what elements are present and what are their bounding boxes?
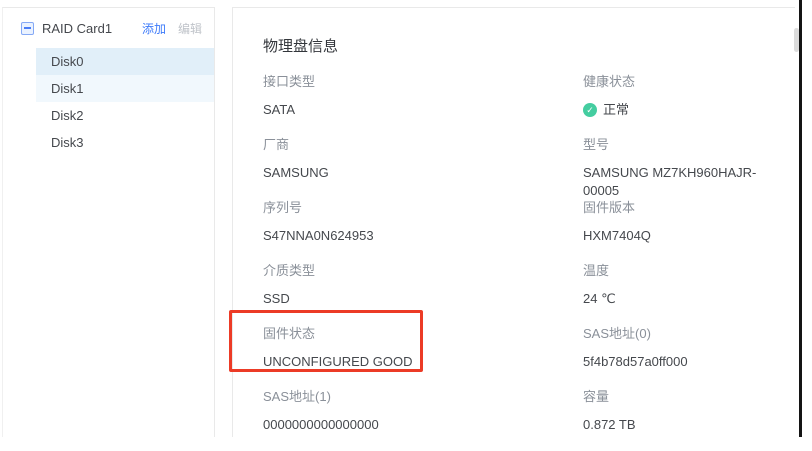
field-value: HXM7404Q xyxy=(583,227,765,245)
add-link[interactable]: 添加 xyxy=(142,20,166,37)
field-value: 0.872 TB xyxy=(583,416,765,434)
sidebar-item-disk0[interactable]: Disk0 xyxy=(36,48,214,75)
field-value: SATA xyxy=(263,101,583,119)
field-label: 固件版本 xyxy=(583,199,765,217)
field-label: SAS地址(1) xyxy=(263,388,583,406)
field-capacity: 容量 0.872 TB xyxy=(583,388,765,451)
field-media-type: 介质类型 SSD xyxy=(263,262,583,325)
sidebar-item-disk3[interactable]: Disk3 xyxy=(36,129,214,156)
sidebar-item-disk1[interactable]: Disk1 xyxy=(36,75,214,102)
field-label: 容量 xyxy=(583,388,765,406)
field-value: SAMSUNG xyxy=(263,164,583,182)
disk-list: Disk0 Disk1 Disk2 Disk3 xyxy=(3,48,214,156)
field-firmware-state: 固件状态 UNCONFIGURED GOOD xyxy=(263,325,583,388)
edit-link[interactable]: 编辑 xyxy=(178,20,202,37)
sidebar-item-disk2[interactable]: Disk2 xyxy=(36,102,214,129)
status-badge: 正常 xyxy=(603,101,629,119)
field-label: 健康状态 xyxy=(583,73,765,91)
field-vendor: 厂商 SAMSUNG xyxy=(263,136,583,199)
page-edge-divider xyxy=(799,0,802,437)
field-label: 接口类型 xyxy=(263,73,583,91)
field-label: 温度 xyxy=(583,262,765,280)
field-sas-address-0: SAS地址(0) 5f4b78d57a0ff000 xyxy=(583,325,765,388)
field-interface-type: 接口类型 SATA xyxy=(263,73,583,136)
field-label: 序列号 xyxy=(263,199,583,217)
field-value: UNCONFIGURED GOOD xyxy=(263,353,583,371)
physical-disk-info-panel: 物理盘信息 接口类型 SATA 健康状态 ✓ 正常 厂商 SAMSUNG 型号 … xyxy=(232,7,795,437)
field-sas-address-1: SAS地址(1) 0000000000000000 xyxy=(263,388,583,451)
field-label: 型号 xyxy=(583,136,765,154)
field-firmware-version: 固件版本 HXM7404Q xyxy=(583,199,765,262)
field-temperature: 温度 24 ℃ xyxy=(583,262,765,325)
field-health-status: 健康状态 ✓ 正常 xyxy=(583,73,765,136)
field-value: SAMSUNG MZ7KH960HAJR-00005 xyxy=(583,164,765,200)
page-title: 物理盘信息 xyxy=(263,35,765,56)
tree-node-raid-card[interactable]: RAID Card1 添加 编辑 xyxy=(3,8,214,48)
disk-tree-sidebar: RAID Card1 添加 编辑 Disk0 Disk1 Disk2 Disk3 xyxy=(2,7,215,437)
tree-node-label: RAID Card1 xyxy=(42,21,142,36)
field-value: ✓ 正常 xyxy=(583,101,765,119)
field-model: 型号 SAMSUNG MZ7KH960HAJR-00005 xyxy=(583,136,765,199)
field-label: 固件状态 xyxy=(263,325,583,343)
collapse-minus-icon[interactable] xyxy=(21,22,34,35)
field-value: 5f4b78d57a0ff000 xyxy=(583,353,765,371)
field-label: SAS地址(0) xyxy=(583,325,765,343)
field-value: 24 ℃ xyxy=(583,290,765,308)
field-serial-number: 序列号 S47NNA0N624953 xyxy=(263,199,583,262)
field-label: 介质类型 xyxy=(263,262,583,280)
field-value: SSD xyxy=(263,290,583,308)
check-circle-icon: ✓ xyxy=(583,103,597,117)
fields-grid: 接口类型 SATA 健康状态 ✓ 正常 厂商 SAMSUNG 型号 SAMSUN… xyxy=(263,73,765,451)
field-value: 0000000000000000 xyxy=(263,416,583,434)
field-value: S47NNA0N624953 xyxy=(263,227,583,245)
field-label: 厂商 xyxy=(263,136,583,154)
